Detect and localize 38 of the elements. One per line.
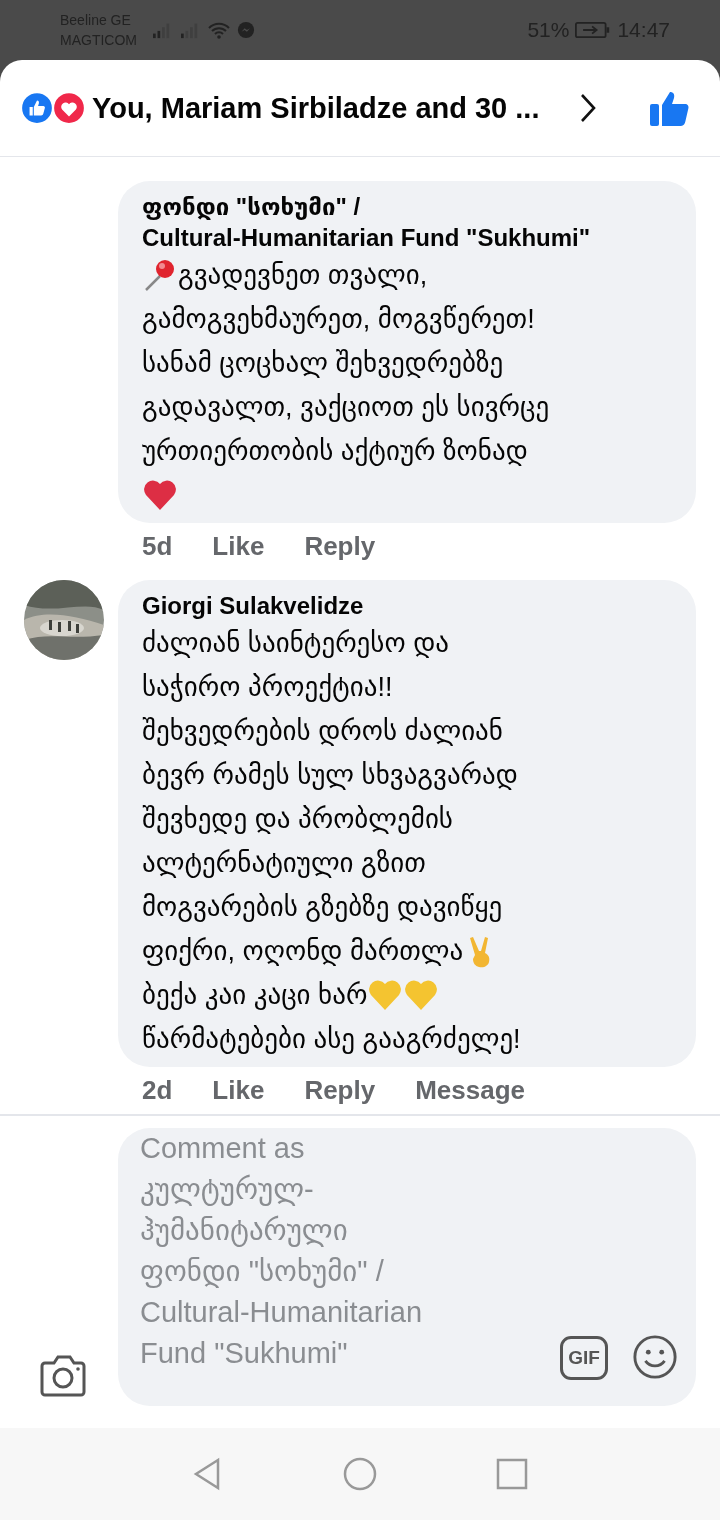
wifi-icon	[207, 20, 231, 40]
comment-text: შეხვედრების დროს ძალიან	[142, 715, 503, 747]
love-reaction-icon	[52, 91, 86, 125]
comment-action-link[interactable]: Reply	[304, 531, 376, 562]
comment-text: ბექა კაი კაცი ხარ	[142, 979, 368, 1011]
comment-text: ბევრ რამეს სულ სხვაგვარად	[142, 759, 518, 791]
comment-text: მოგვარების გზებზე დავიწყე	[142, 891, 503, 923]
recents-icon[interactable]	[495, 1457, 529, 1491]
camera-icon[interactable]	[38, 1354, 88, 1398]
battery-charging-icon	[575, 21, 612, 39]
comment-author[interactable]: ფონდი "სოხუმი" /	[142, 191, 674, 222]
home-icon[interactable]	[343, 1457, 377, 1491]
comment-text: ფიქრი, ოღონდ მართლა	[142, 935, 464, 967]
comment-action-link[interactable]: Reply	[304, 1075, 376, 1106]
comment-time: 5d	[142, 531, 173, 562]
gif-button[interactable]: GIF	[560, 1336, 608, 1380]
comment-time: 2d	[142, 1075, 173, 1106]
chevron-right-icon[interactable]	[578, 92, 598, 124]
comment-text: ალტერნატიული გზით	[142, 847, 426, 879]
comment-text: ძალიან საინტერესო და	[142, 627, 449, 659]
like-reaction-icon	[20, 91, 54, 125]
comment-text: გამოგვეხმაურეთ, მოგვწერეთ!	[142, 303, 535, 335]
reactions-summary[interactable]: You, Mariam Sirbiladze and 30 ...	[92, 91, 540, 125]
comment-text: გვადევნეთ თვალი,	[178, 259, 428, 291]
comment-text: საჭირო პროექტია!!	[142, 671, 393, 703]
comment-text: ურთიერთობის აქტიურ ზონად	[142, 435, 528, 467]
comment-action-link[interactable]: Like	[212, 1075, 265, 1106]
comment-author[interactable]: Giorgi Sulakvelidze	[142, 590, 674, 621]
comment-action-link[interactable]: Like	[212, 531, 265, 562]
comment-author[interactable]: Cultural-Humanitarian Fund "Sukhumi"	[142, 222, 674, 253]
smiley-icon[interactable]	[632, 1334, 678, 1380]
comment-field[interactable]: Comment as კულტურულ-ჰუმანიტარული ფონდი "სოხუმი" / Cultural-Humanitarian Fund "Sukhumi" GIF	[118, 1128, 696, 1406]
comment-text: წარმატებები ასე გააგრძელე!	[142, 1023, 521, 1055]
comment-action-link[interactable]: Message	[415, 1075, 526, 1106]
comment-text: სანამ ცოცხალ შეხვედრებზე	[142, 347, 504, 379]
comment-text: შევხედე და პრობლემის	[142, 803, 453, 835]
messenger-icon	[237, 21, 255, 39]
comment-text: გადავალთ, ვაქციოთ ეს სივრცე	[142, 391, 550, 423]
